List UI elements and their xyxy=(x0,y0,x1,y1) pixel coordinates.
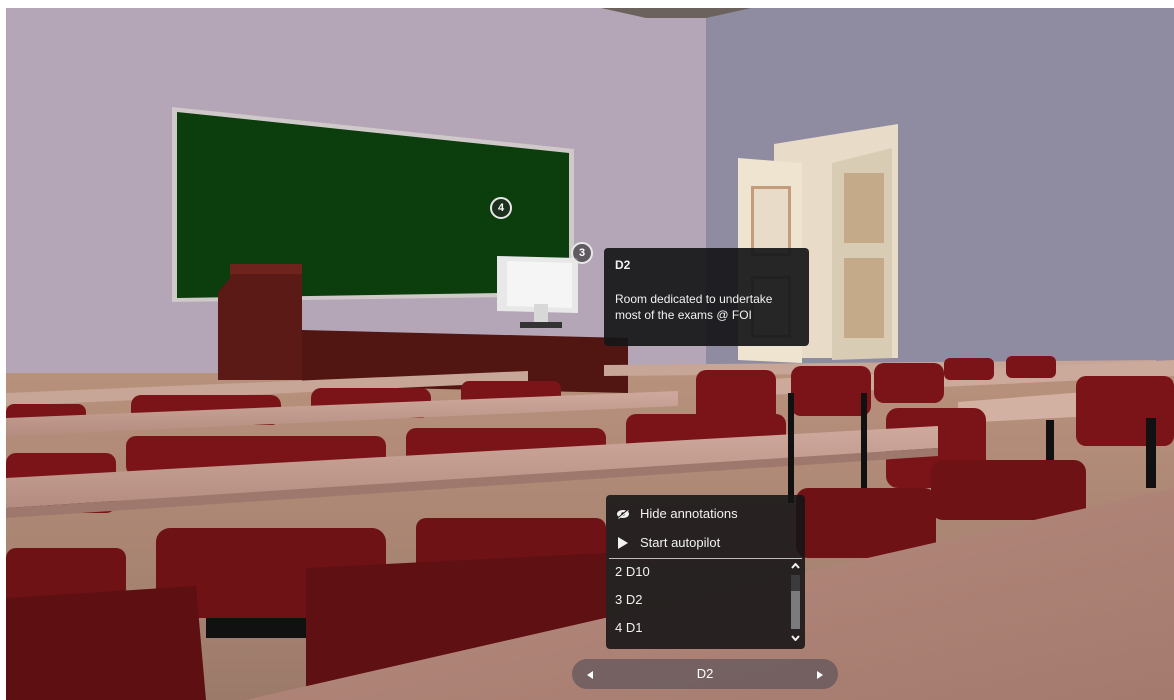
annotation-hotspot-3[interactable]: 3 xyxy=(571,242,593,264)
classroom-3d-view[interactable] xyxy=(6,8,1174,700)
scroll-thumb[interactable] xyxy=(791,591,800,629)
annotation-list: 2 D10 3 D2 4 D1 xyxy=(606,557,805,645)
current-annotation-label: D2 xyxy=(696,666,714,681)
tooltip-description: Room dedicated to undertake most of the … xyxy=(615,292,773,322)
scroll-down-icon[interactable] xyxy=(789,631,802,645)
start-autopilot-button[interactable]: Start autopilot xyxy=(606,528,805,557)
hide-annotations-button[interactable]: Hide annotations xyxy=(606,499,805,528)
list-scrollbar[interactable] xyxy=(789,559,801,645)
triangle-left-icon xyxy=(587,667,593,682)
hide-annotations-label: Hide annotations xyxy=(640,506,738,521)
lectern xyxy=(218,264,302,380)
eye-slash-icon xyxy=(615,507,631,521)
list-item[interactable]: 3 D2 xyxy=(606,585,805,613)
list-item[interactable]: 4 D1 xyxy=(606,613,805,641)
previous-annotation-button[interactable] xyxy=(580,664,600,684)
tooltip-title: D2 xyxy=(615,258,631,272)
annotation-hotspot-4[interactable]: 4 xyxy=(490,197,512,219)
start-autopilot-label: Start autopilot xyxy=(640,535,721,550)
list-item[interactable]: 2 D10 xyxy=(606,557,805,585)
scroll-up-icon[interactable] xyxy=(789,559,802,573)
annotation-menu: Hide annotations Start autopilot 2 D10 3… xyxy=(606,495,805,649)
next-annotation-button[interactable] xyxy=(810,664,830,684)
play-icon xyxy=(615,536,631,550)
list-item-label: 2 D10 xyxy=(615,563,650,579)
list-item-label: 3 D2 xyxy=(615,591,643,607)
annotation-tooltip: D2 Room dedicated to undertake most of t… xyxy=(604,248,809,346)
list-item-label: 4 D1 xyxy=(615,619,643,635)
annotation-navigator: D2 xyxy=(572,659,838,689)
triangle-right-icon xyxy=(817,667,823,682)
